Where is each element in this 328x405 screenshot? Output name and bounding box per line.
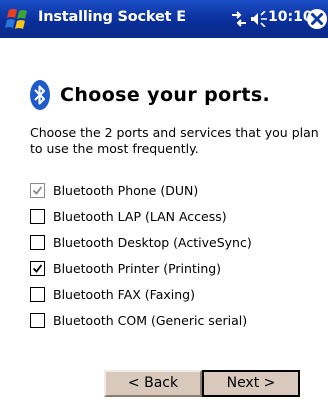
checkmark-icon — [32, 264, 43, 273]
page-description: Choose the 2 ports and services that you… — [30, 125, 319, 156]
checkbox[interactable] — [30, 261, 45, 276]
checkmark-icon — [32, 186, 43, 195]
option-label: Bluetooth LAP (LAN Access) — [53, 209, 227, 224]
option-label: Bluetooth Desktop (ActiveSync) — [53, 235, 252, 250]
checkbox[interactable] — [30, 183, 45, 198]
volume-icon[interactable] — [250, 11, 268, 27]
connectivity-icon[interactable] — [230, 11, 248, 27]
title-bar: Installing Socket E 10:10 — [0, 0, 328, 38]
back-button[interactable]: < Back — [104, 370, 202, 397]
option-label: Bluetooth Phone (DUN) — [53, 183, 199, 198]
checkbox[interactable] — [30, 235, 45, 250]
option-label: Bluetooth Printer (Printing) — [53, 261, 222, 276]
checkbox[interactable] — [30, 313, 45, 328]
option-label: Bluetooth COM (Generic serial) — [53, 313, 248, 328]
page-heading: Choose your ports. — [60, 84, 271, 106]
option-label: Bluetooth FAX (Faxing) — [53, 287, 195, 302]
close-icon[interactable] — [306, 8, 328, 30]
checkbox[interactable] — [30, 209, 45, 224]
checkbox[interactable] — [30, 287, 45, 302]
next-button[interactable]: Next > — [202, 370, 300, 397]
window-title: Installing Socket E — [38, 9, 186, 25]
windows-start-icon[interactable] — [4, 5, 32, 33]
bluetooth-icon — [30, 80, 50, 110]
